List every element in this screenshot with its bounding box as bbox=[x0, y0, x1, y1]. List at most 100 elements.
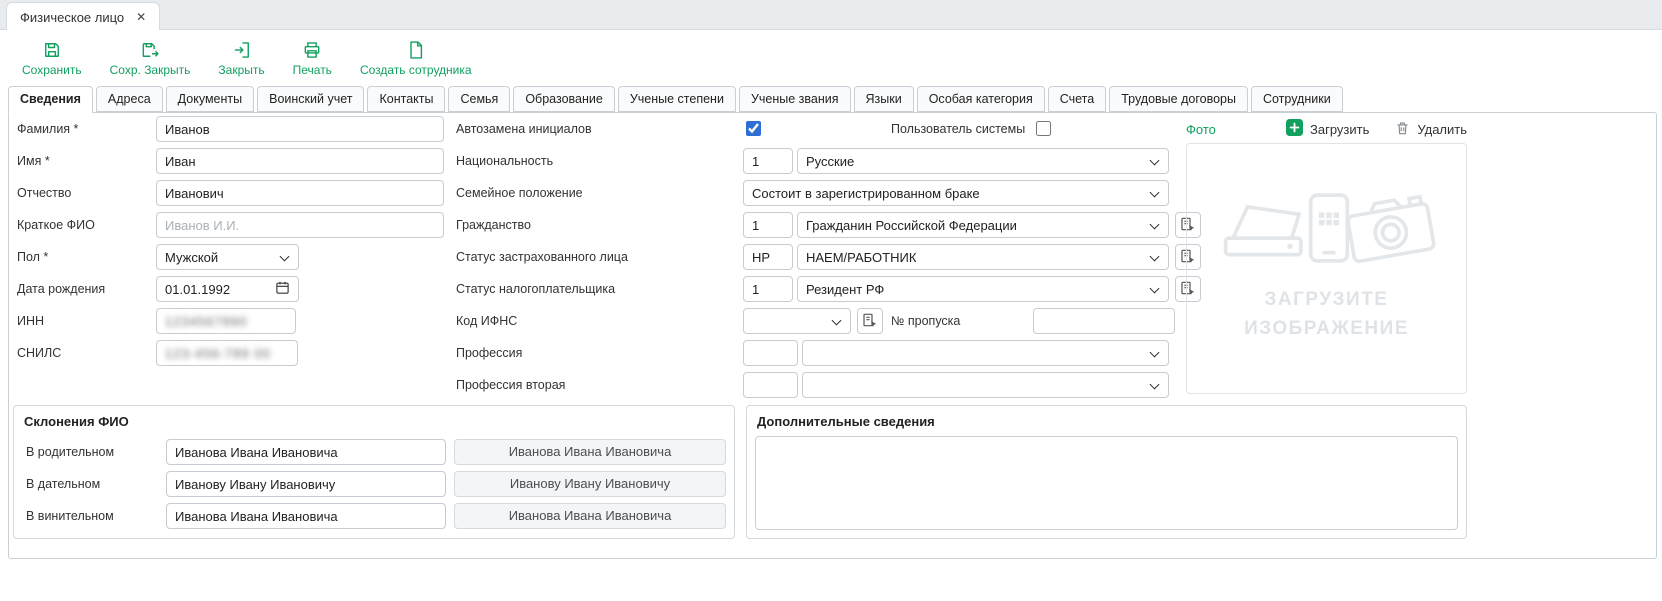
delete-photo-button[interactable]: Удалить bbox=[1395, 120, 1467, 139]
nationality-label: Национальность bbox=[456, 148, 553, 174]
delete-photo-label: Удалить bbox=[1417, 122, 1467, 137]
close-button[interactable]: Закрыть bbox=[206, 36, 276, 81]
dative-suggestion-button[interactable]: Иванову Ивану Ивановичу bbox=[454, 471, 726, 497]
insured-status-code-input[interactable] bbox=[743, 244, 793, 270]
photo-label: Фото bbox=[1186, 122, 1216, 137]
upload-photo-button[interactable]: Загрузить bbox=[1286, 119, 1369, 139]
taxpayer-status-label: Статус налогоплательщика bbox=[456, 276, 615, 302]
gender-label: Пол * bbox=[17, 244, 48, 270]
ifns-code-label: Код ИФНС bbox=[456, 308, 517, 334]
chevron-down-icon bbox=[1150, 188, 1160, 198]
citizenship-select[interactable]: Гражданин Российской Федерации bbox=[797, 212, 1169, 238]
save-icon bbox=[42, 40, 62, 60]
short-fio-input[interactable] bbox=[156, 212, 444, 238]
tab-semya[interactable]: Семья bbox=[448, 86, 510, 112]
photo-dropzone[interactable]: ЗАГРУЗИТЕ ИЗОБРАЖЕНИЕ bbox=[1186, 143, 1467, 394]
calendar-icon[interactable] bbox=[275, 280, 290, 298]
tab-dokumenty[interactable]: Документы bbox=[166, 86, 254, 112]
window-tab-title: Физическое лицо bbox=[20, 10, 124, 25]
surname-label: Фамилия * bbox=[17, 116, 78, 142]
insured-status-select[interactable]: НАЕМ/РАБОТНИК bbox=[797, 244, 1169, 270]
genitive-suggestion-button[interactable]: Иванова Ивана Ивановича bbox=[454, 439, 726, 465]
snils-masked-value: 123-456-789 00 bbox=[165, 346, 271, 361]
birth-date-value: 01.01.1992 bbox=[165, 282, 230, 297]
first-name-input[interactable] bbox=[156, 148, 444, 174]
short-fio-label: Краткое ФИО bbox=[17, 212, 95, 238]
dative-label: В дательном bbox=[26, 471, 100, 497]
tab-voinskiy-uchet[interactable]: Воинский учет bbox=[257, 86, 364, 112]
save-close-button[interactable]: Сохр. Закрыть bbox=[98, 36, 203, 81]
taxpayer-status-select[interactable]: Резидент РФ bbox=[797, 276, 1169, 302]
nationality-code-input[interactable] bbox=[743, 148, 793, 174]
picker-icon bbox=[862, 312, 878, 331]
tab-adresa[interactable]: Адреса bbox=[96, 86, 163, 112]
pass-number-input[interactable] bbox=[1033, 308, 1175, 334]
genitive-label: В родительном bbox=[26, 439, 114, 465]
additional-info-title: Дополнительные сведения bbox=[757, 414, 935, 429]
close-button-label: Закрыть bbox=[218, 63, 264, 77]
save-close-button-label: Сохр. Закрыть bbox=[110, 63, 191, 77]
dative-input[interactable] bbox=[166, 471, 446, 497]
first-name-label: Имя * bbox=[17, 148, 50, 174]
tab-scheta[interactable]: Счета bbox=[1048, 86, 1106, 112]
citizenship-value: Гражданин Российской Федерации bbox=[806, 218, 1017, 233]
system-user-label: Пользователь системы bbox=[891, 116, 1025, 142]
patronymic-input[interactable] bbox=[156, 180, 444, 206]
tab-uchenye-stepeni[interactable]: Ученые степени bbox=[618, 86, 736, 112]
profession-second-code-input[interactable] bbox=[743, 372, 798, 398]
taxpayer-status-code-input[interactable] bbox=[743, 276, 793, 302]
nationality-select[interactable]: Русские bbox=[797, 148, 1169, 174]
print-button[interactable]: Печать bbox=[281, 36, 344, 81]
snils-input[interactable]: 123-456-789 00 bbox=[156, 340, 298, 366]
insured-status-label: Статус застрахованного лица bbox=[456, 244, 628, 270]
additional-info-textarea[interactable] bbox=[755, 436, 1458, 530]
svedeniya-panel: Фамилия * Имя * Отчество Краткое ФИО Пол… bbox=[8, 112, 1657, 559]
tab-uchenye-zvaniya[interactable]: Ученые звания bbox=[739, 86, 851, 112]
page-tabs: Сведения Адреса Документы Воинский учет … bbox=[8, 86, 1343, 113]
window-tab-fizicheskoe-lico[interactable]: Физическое лицо ✕ bbox=[6, 2, 160, 31]
ifns-code-select[interactable] bbox=[743, 308, 851, 334]
gender-select[interactable]: Мужской bbox=[156, 244, 299, 270]
inn-input[interactable]: 1234567890 bbox=[156, 308, 296, 334]
profession-second-select[interactable] bbox=[802, 372, 1169, 398]
window-tab-close-icon[interactable]: ✕ bbox=[136, 10, 146, 24]
window-tab-strip: Физическое лицо ✕ bbox=[0, 0, 1662, 30]
profession-code-input[interactable] bbox=[743, 340, 798, 366]
declensions-panel: Склонения ФИО В родительном Иванова Иван… bbox=[13, 405, 735, 539]
create-employee-button-label: Создать сотрудника bbox=[360, 63, 472, 77]
tab-osobaya-kategoriya[interactable]: Особая категория bbox=[917, 86, 1045, 112]
accusative-suggestion-button[interactable]: Иванова Ивана Ивановича bbox=[454, 503, 726, 529]
surname-input[interactable] bbox=[156, 116, 444, 142]
citizenship-code-input[interactable] bbox=[743, 212, 793, 238]
taxpayer-status-value: Резидент РФ bbox=[806, 282, 884, 297]
birth-date-input[interactable]: 01.01.1992 bbox=[156, 276, 299, 302]
system-user-checkbox[interactable] bbox=[1036, 121, 1051, 136]
toolbar: Сохранить Сохр. Закрыть Закрыть Печать С… bbox=[0, 30, 1662, 86]
auto-initials-checkbox[interactable] bbox=[746, 121, 761, 136]
save-button-label: Сохранить bbox=[22, 63, 82, 77]
tab-sotrudniki[interactable]: Сотрудники bbox=[1251, 86, 1343, 112]
ifns-code-lookup-button[interactable] bbox=[857, 308, 883, 334]
pass-number-label: № пропуска bbox=[891, 308, 960, 334]
tab-yazyki[interactable]: Языки bbox=[854, 86, 914, 112]
citizenship-label: Гражданство bbox=[456, 212, 531, 238]
tab-kontakty[interactable]: Контакты bbox=[367, 86, 445, 112]
tab-obrazovanie[interactable]: Образование bbox=[513, 86, 614, 112]
chevron-down-icon bbox=[1150, 284, 1160, 294]
photo-placeholder-text: ЗАГРУЗИТЕ ИЗОБРАЖЕНИЕ bbox=[1244, 285, 1409, 344]
snils-label: СНИЛС bbox=[17, 340, 61, 366]
document-icon bbox=[406, 40, 426, 60]
upload-photo-label: Загрузить bbox=[1310, 122, 1369, 137]
create-employee-button[interactable]: Создать сотрудника bbox=[348, 36, 484, 81]
accusative-label: В винительном bbox=[26, 503, 114, 529]
additional-info-panel: Дополнительные сведения bbox=[746, 405, 1467, 539]
genitive-input[interactable] bbox=[166, 439, 446, 465]
tab-trudovye-dogovory[interactable]: Трудовые договоры bbox=[1109, 86, 1248, 112]
tab-svedeniya[interactable]: Сведения bbox=[8, 86, 93, 113]
profession-label: Профессия bbox=[456, 340, 522, 366]
marital-status-select[interactable]: Состоит в зарегистрированном браке bbox=[743, 180, 1169, 206]
save-button[interactable]: Сохранить bbox=[10, 36, 94, 81]
profession-select[interactable] bbox=[802, 340, 1169, 366]
save-close-icon bbox=[140, 40, 160, 60]
accusative-input[interactable] bbox=[166, 503, 446, 529]
